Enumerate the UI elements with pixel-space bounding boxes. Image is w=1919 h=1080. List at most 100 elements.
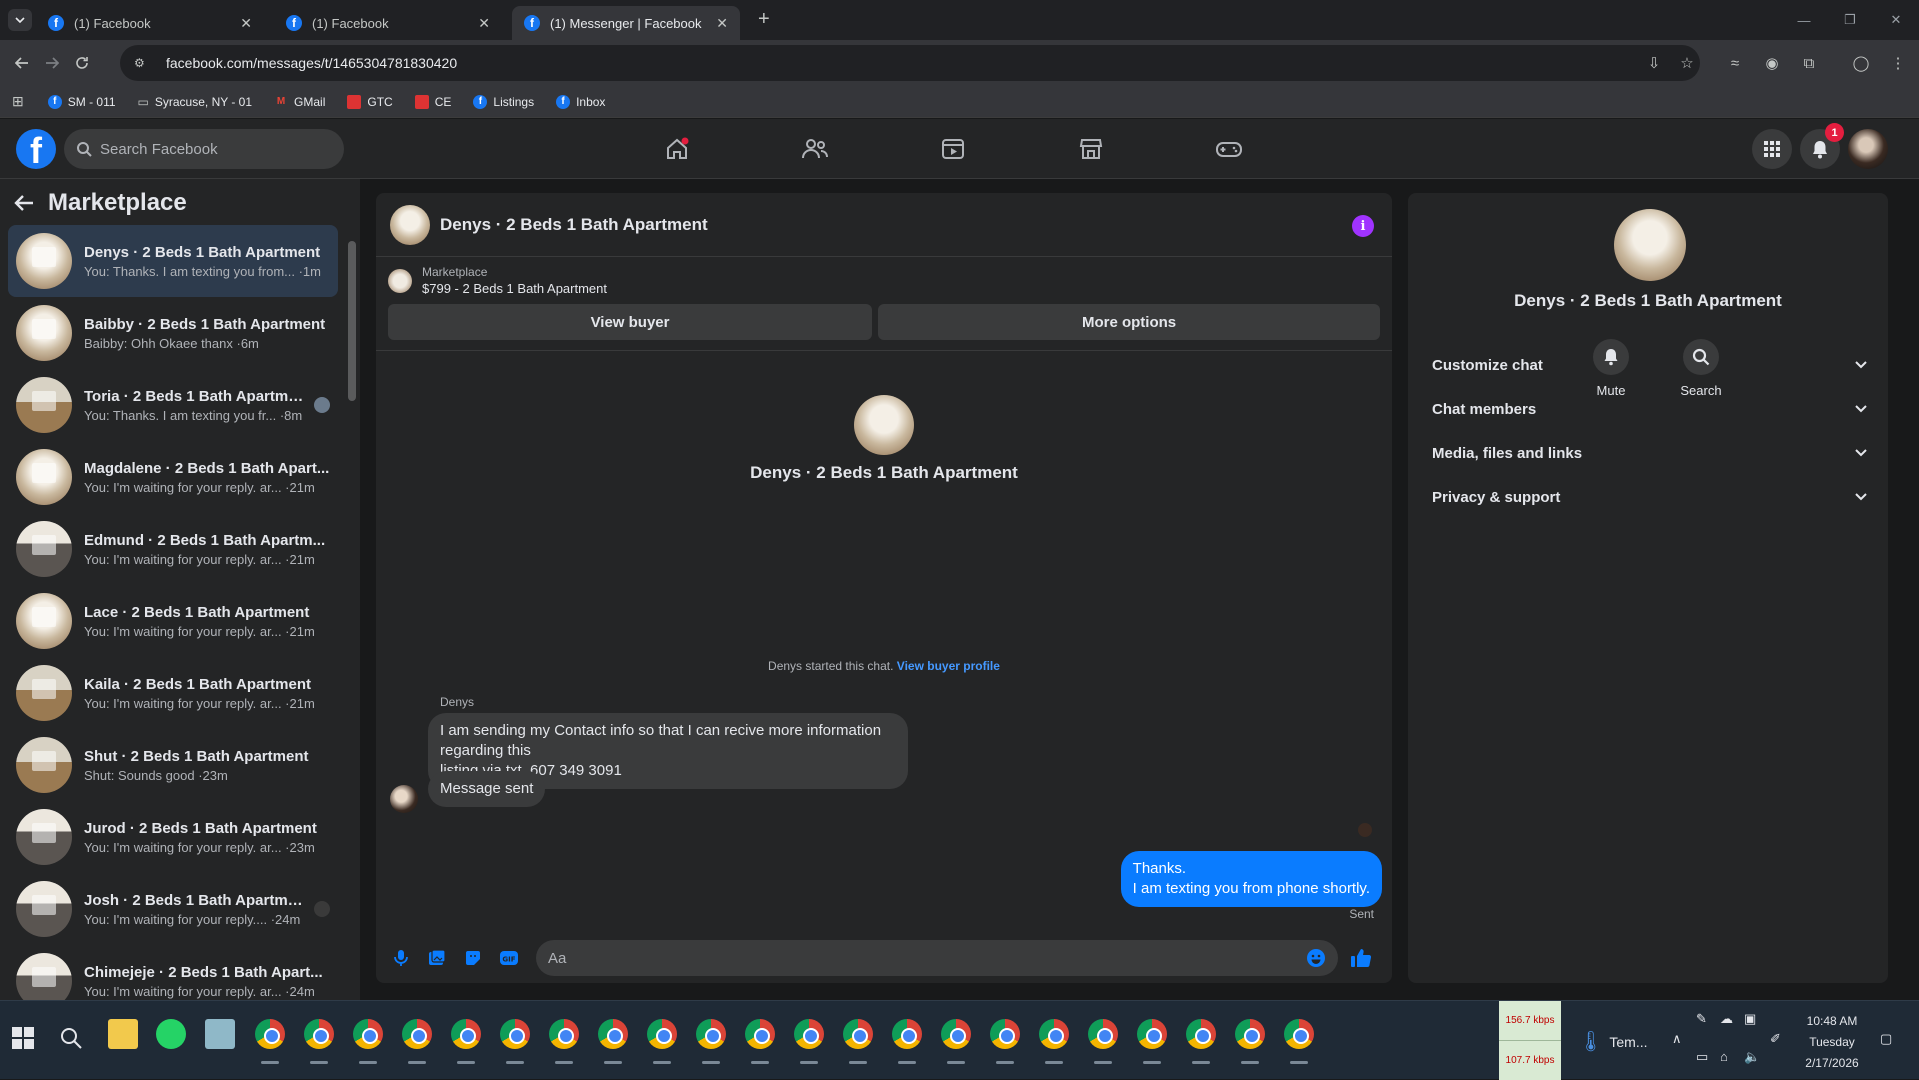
extension-wave-icon[interactable]: ≈ [1725,53,1745,73]
minimize-icon[interactable]: — [1781,0,1827,40]
section-media-files-links[interactable]: Media, files and links [1416,431,1880,475]
conversation-item[interactable]: Toria · 2 Beds 1 Bath Apartment You: Than… [8,369,338,441]
nav-friends[interactable] [760,119,870,179]
chrome-window-icon[interactable] [843,1019,873,1049]
address-bar[interactable]: ⚙ facebook.com/messages/t/14653047818304… [120,45,1700,81]
close-window-icon[interactable]: ✕ [1873,0,1919,40]
facebook-search-input[interactable] [100,140,320,158]
incoming-message-bubble[interactable]: Message sent [428,771,546,807]
chrome-window-icon[interactable] [647,1019,677,1049]
message-input-box[interactable] [536,940,1338,976]
emoji-icon[interactable] [1306,948,1326,968]
conversation-item[interactable]: Lace · 2 Beds 1 Bath Apartment You: I'm w… [8,585,338,657]
apps-grid-icon[interactable]: ⊞ [12,93,24,110]
conversation-item[interactable]: Shut · 2 Beds 1 Bath Apartment Shut: Soun… [8,729,338,801]
chrome-window-icon[interactable] [402,1019,432,1049]
conversation-item[interactable]: Chimejeje · 2 Beds 1 Bath Apart... You: I… [8,945,338,1000]
notification-center-icon[interactable]: ▢ [1880,1031,1892,1047]
tray-overflow-chevron-icon[interactable]: ∧ [1672,1031,1682,1047]
pen-menu-icon[interactable]: ✐ [1770,1031,1781,1047]
back-arrow-icon[interactable] [10,51,34,75]
chrome-window-icon[interactable] [255,1019,285,1049]
thumbs-up-icon[interactable] [1346,943,1376,973]
chrome-window-icon[interactable] [1186,1019,1216,1049]
microphone-icon[interactable] [386,943,416,973]
sticker-icon[interactable] [458,943,488,973]
chrome-window-icon[interactable] [1137,1019,1167,1049]
chat-title[interactable]: Denys · 2 Beds 1 Bath Apartment [440,215,708,235]
weather-widget[interactable]: 🌡 Tem... [1578,1029,1648,1054]
menu-grid-button[interactable] [1752,129,1792,169]
bookmark-gmail[interactable]: M GMail [266,91,333,113]
gif-icon[interactable]: GIF [494,943,524,973]
bookmark-listings[interactable]: f Listings [465,91,542,113]
chrome-window-icon[interactable] [1235,1019,1265,1049]
chrome-window-icon[interactable] [745,1019,775,1049]
listing-summary[interactable]: Marketplace $799 - 2 Beds 1 Bath Apartme… [376,257,1392,296]
tab-close-icon[interactable]: ✕ [240,15,252,32]
profile-icon[interactable]: ◯ [1851,53,1871,73]
section-customize-chat[interactable]: Customize chat [1416,343,1880,387]
section-privacy-support[interactable]: Privacy & support [1416,475,1880,519]
volume-icon[interactable]: 🔈 [1744,1049,1760,1065]
whatsapp-icon[interactable] [156,1019,186,1049]
extension-cookie-icon[interactable]: ◉ [1762,53,1782,73]
reload-icon[interactable] [70,51,94,75]
camera-icon[interactable]: ▣ [1744,1011,1756,1027]
bookmark-syracuse[interactable]: ▭ Syracuse, NY - 01 [130,91,261,113]
file-explorer-icon[interactable] [108,1019,138,1049]
cloud-icon[interactable]: ☁ [1720,1011,1733,1027]
section-chat-members[interactable]: Chat members [1416,387,1880,431]
info-avatar[interactable] [1614,209,1686,281]
conversation-item[interactable]: Josh · 2 Beds 1 Bath Apartment You: I'm w… [8,873,338,945]
sender-avatar[interactable] [390,785,418,813]
bookmark-inbox[interactable]: f Inbox [548,91,613,113]
browser-tab-2[interactable]: f (1) Facebook ✕ [274,6,502,40]
conversation-item[interactable]: Denys · 2 Beds 1 Bath Apartment You: Than… [8,225,338,297]
sidebar-scrollbar[interactable] [348,227,356,997]
conversation-item[interactable]: Magdalene · 2 Beds 1 Bath Apart... You: I… [8,441,338,513]
new-tab-button[interactable]: + [758,8,770,31]
chrome-window-icon[interactable] [794,1019,824,1049]
browser-tab-1[interactable]: f (1) Facebook ✕ [36,6,264,40]
chrome-window-icon[interactable] [941,1019,971,1049]
back-arrow-icon[interactable] [14,194,34,212]
info-icon[interactable]: i [1352,215,1374,237]
pen-icon[interactable]: ✎ [1696,1011,1707,1027]
view-buyer-button[interactable]: View buyer [388,304,873,340]
outgoing-message-bubble[interactable]: Thanks. I am texting you from phone shor… [1120,851,1382,907]
conversation-item[interactable]: Baibby · 2 Beds 1 Bath Apartment Baibby: … [8,297,338,369]
facebook-search[interactable] [64,129,344,169]
chrome-window-icon[interactable] [353,1019,383,1049]
tab-close-icon[interactable]: ✕ [478,15,490,32]
forward-arrow-icon[interactable] [40,51,64,75]
conversation-item[interactable]: Kaila · 2 Beds 1 Bath Apartment You: I'm … [8,657,338,729]
nav-marketplace[interactable] [1036,119,1146,179]
view-buyer-profile-link[interactable]: View buyer profile [897,659,1000,673]
clock[interactable]: 10:48 AM Tuesday 2/17/2026 [1792,1011,1872,1074]
notifications-button[interactable]: 1 [1800,123,1844,169]
extensions-puzzle-icon[interactable]: ⧉ [1799,53,1819,73]
chat-avatar[interactable] [390,204,430,245]
chrome-window-icon[interactable] [598,1019,628,1049]
search-icon[interactable] [60,1027,82,1049]
browser-tab-3-active[interactable]: f (1) Messenger | Facebook ✕ [512,6,740,40]
more-options-button[interactable]: More options [878,304,1380,340]
message-input[interactable] [548,949,1306,967]
chrome-window-icon[interactable] [1039,1019,1069,1049]
chrome-window-icon[interactable] [1088,1019,1118,1049]
bookmark-sm-011[interactable]: f SM - 011 [40,91,124,113]
chrome-window-icon[interactable] [892,1019,922,1049]
chrome-window-icon[interactable] [990,1019,1020,1049]
chrome-window-icon[interactable] [1284,1019,1314,1049]
notes-app-icon[interactable] [205,1019,235,1049]
site-info-icon[interactable]: ⚙ [134,56,150,70]
chrome-window-icon[interactable] [500,1019,530,1049]
bookmark-gtc[interactable]: GTC [339,91,400,113]
chrome-menu-icon[interactable]: ⋮ [1888,53,1908,73]
tab-search-button[interactable] [8,9,32,31]
chrome-window-icon[interactable] [304,1019,334,1049]
chrome-window-icon[interactable] [549,1019,579,1049]
conversation-item[interactable]: Jurod · 2 Beds 1 Bath Apartment You: I'm … [8,801,338,873]
windows-start-icon[interactable] [12,1027,34,1049]
